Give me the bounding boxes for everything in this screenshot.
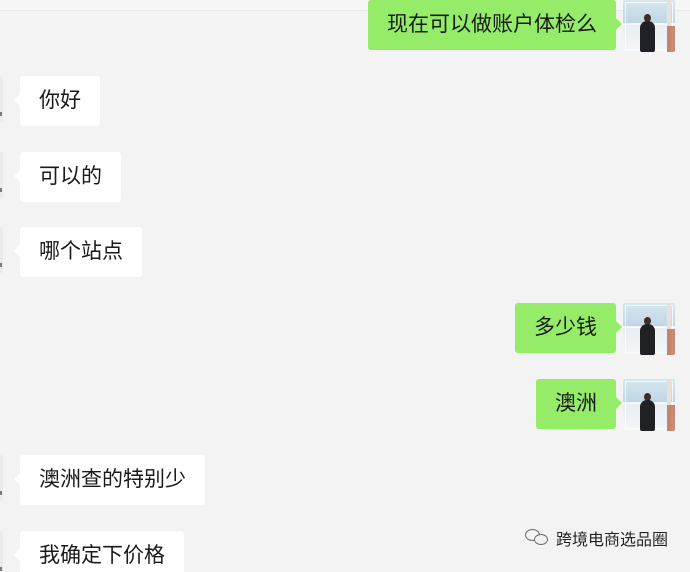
avatar-photo-accent [667,405,675,431]
message-bubble-incoming[interactable]: 澳洲查的特别少 [14,455,205,505]
message-bubble-incoming[interactable]: 你好 [14,76,100,126]
contact-avatar-edge[interactable] [0,531,3,572]
message-text: 你好 [39,88,81,112]
message-text: 哪个站点 [39,239,123,263]
contact-avatar-edge[interactable] [0,76,3,122]
contact-avatar-edge[interactable] [0,227,3,273]
message-text: 澳洲 [555,391,597,415]
message-bubble-outgoing[interactable]: 现在可以做账户体检么 [368,0,622,50]
message-bubble-incoming[interactable]: 我确定下价格 [14,531,184,572]
source-watermark: 跨境电商选品圈 [524,526,668,550]
message-text: 现在可以做账户体检么 [387,12,597,36]
chat-window: 现在可以做账户体检么 你好 可以的 哪个站点 多少钱 澳洲 澳洲查的特别少 我确… [0,0,690,572]
avatar-photo-accent [667,329,675,355]
contact-avatar-edge[interactable] [0,152,3,198]
message-text: 可以的 [39,164,102,188]
avatar-photo-accent [667,26,675,52]
message-bubble-incoming[interactable]: 哪个站点 [14,227,142,277]
watermark-text: 跨境电商选品圈 [555,530,668,549]
avatar-person-body [640,21,655,52]
user-avatar[interactable] [623,0,675,52]
avatar-person-body [640,400,655,431]
message-text: 澳洲查的特别少 [39,467,186,491]
message-bubble-incoming[interactable]: 可以的 [14,152,121,202]
user-avatar[interactable] [623,379,675,431]
avatar-person-body [640,324,655,355]
message-text: 我确定下价格 [39,543,165,567]
contact-avatar-edge[interactable] [0,455,3,501]
user-avatar[interactable] [623,303,675,355]
wechat-icon-bubble-small [533,534,548,545]
message-bubble-outgoing[interactable]: 澳洲 [536,379,622,429]
message-bubble-outgoing[interactable]: 多少钱 [515,303,622,353]
message-text: 多少钱 [534,315,597,339]
wechat-icon [524,529,549,547]
